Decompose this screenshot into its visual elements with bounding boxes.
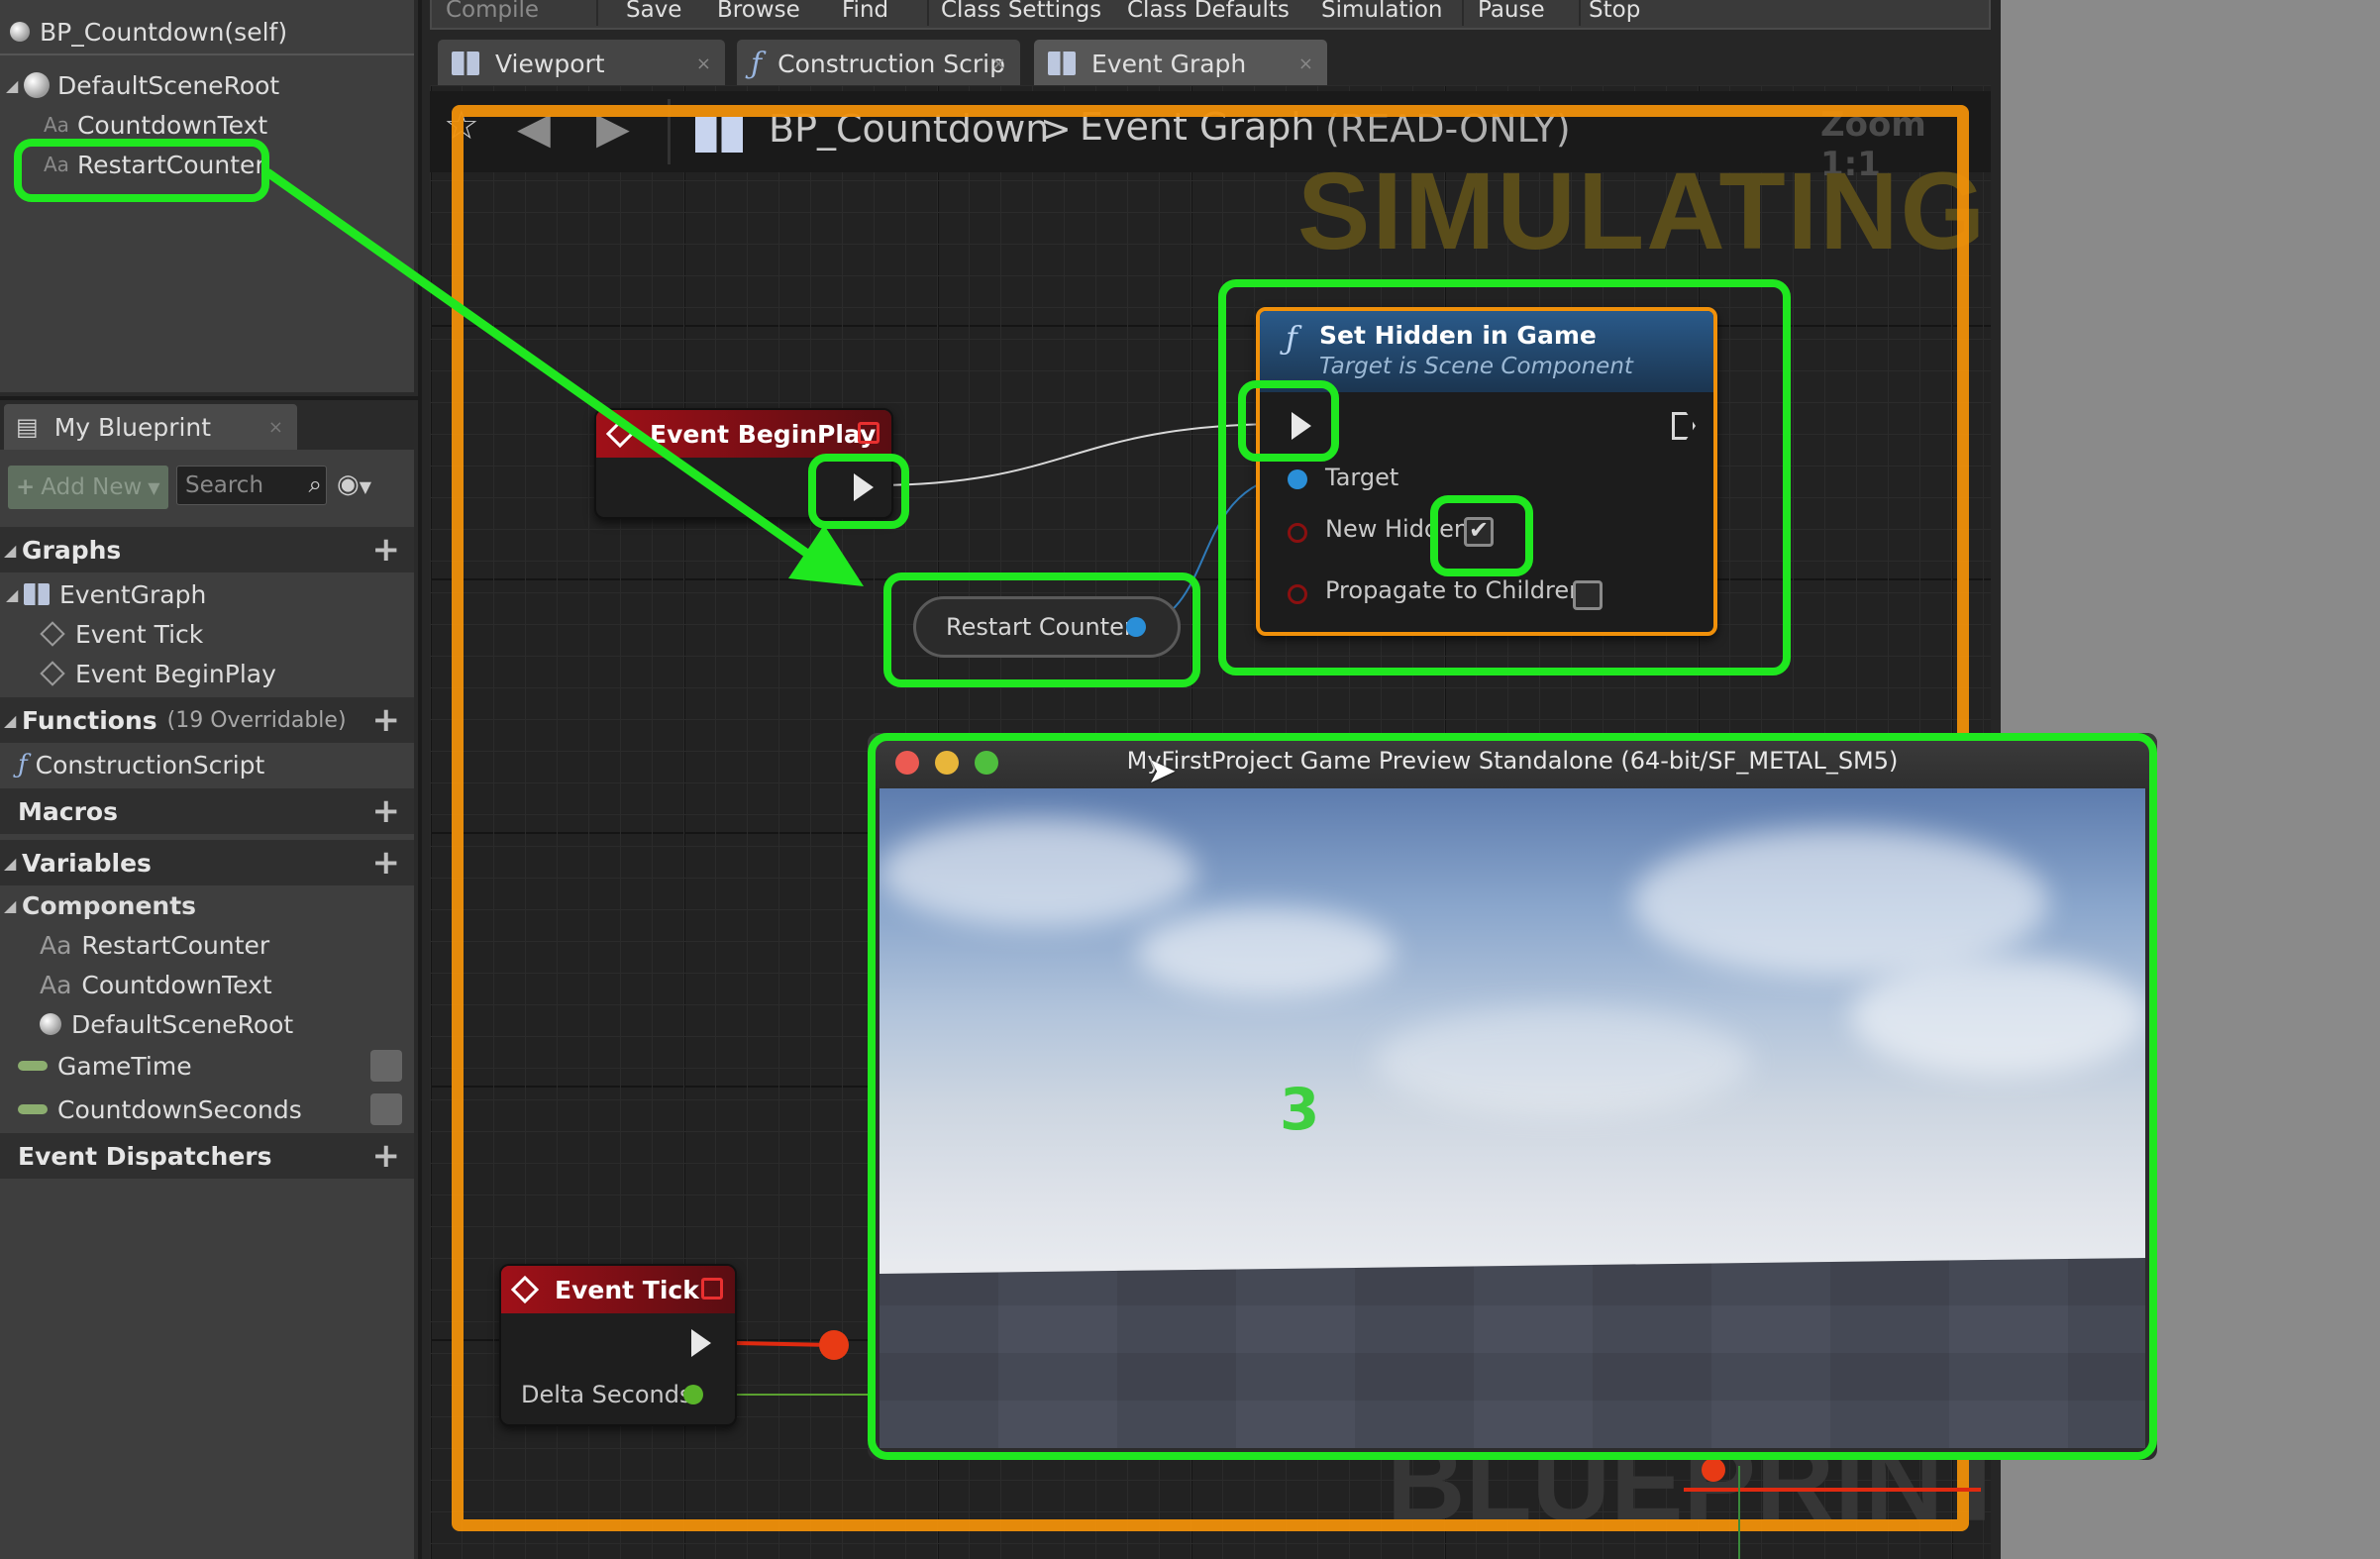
highlight-exec-in bbox=[1238, 380, 1339, 462]
exec-wire bbox=[871, 423, 1279, 486]
pin-label: Delta Seconds bbox=[521, 1381, 692, 1408]
node-event-tick[interactable]: Event Tick Delta Seconds bbox=[499, 1264, 737, 1426]
highlight-restartcounter-component bbox=[14, 139, 269, 202]
highlight-new-hidden-checkbox bbox=[1430, 495, 1533, 576]
exec-out-pin[interactable] bbox=[691, 1329, 711, 1357]
node-header: Event BeginPlay bbox=[596, 410, 891, 458]
wire-knot bbox=[819, 1330, 849, 1360]
event-diamond-icon bbox=[605, 419, 635, 449]
highlight-restart-counter-node bbox=[883, 572, 1200, 687]
mouse-cursor-icon: ➤ bbox=[1147, 751, 1178, 791]
node-title: Event Tick bbox=[555, 1275, 699, 1304]
event-delegate-pin[interactable] bbox=[858, 422, 880, 444]
event-diamond-icon bbox=[510, 1275, 540, 1304]
delta-seconds-pin[interactable] bbox=[683, 1385, 703, 1404]
node-header: Event Tick bbox=[501, 1266, 735, 1313]
tick-exec-wire bbox=[734, 1341, 833, 1347]
highlight-set-hidden-node bbox=[1218, 279, 1791, 676]
highlight-preview-window bbox=[868, 733, 2157, 1460]
event-delegate-pin[interactable] bbox=[701, 1278, 723, 1299]
node-title: Event BeginPlay bbox=[650, 419, 877, 449]
wire-knot bbox=[1702, 1458, 1725, 1482]
highlight-beginplay-exec bbox=[808, 454, 909, 529]
